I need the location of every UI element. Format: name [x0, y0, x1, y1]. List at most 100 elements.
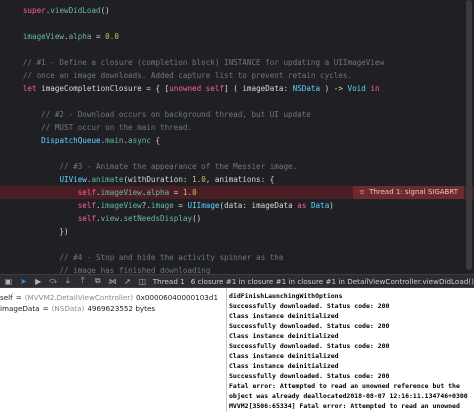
code-line[interactable]: // image has finished downloading: [0, 264, 474, 274]
error-annotation-badge[interactable]: ≡ Thread 1: signal SIGABRT: [353, 186, 464, 199]
console-line: Class instance deinitialized: [229, 312, 339, 320]
code-line[interactable]: [0, 147, 474, 160]
code-token: // once an image downloads. Added captur…: [22, 71, 353, 80]
console-line: Successfully downloaded. Status code: 20…: [229, 322, 390, 330]
xcode-debugger-window: super.viewDidLoad() imageView.alpha = 0.…: [0, 0, 474, 412]
variable-row[interactable]: imageData = (NSData) 4969623552 bytes: [0, 303, 155, 314]
variable-equals: =: [42, 304, 49, 313]
code-line[interactable]: // #1 - Define a closure (completion blo…: [0, 56, 474, 69]
code-line[interactable]: self.view.setNeedsDisplay(): [0, 212, 474, 225]
console-line: Fatal error: Attempted to read an unowne…: [229, 382, 460, 390]
debug-bar: ▣ ➤ ▶ ⤼ ⤓ ⤒ ⧉ ⋈ ➚ ◫ Thread 1 6 closure #…: [0, 274, 474, 288]
console-line: Successfully downloaded. Status code: 20…: [229, 302, 390, 310]
code-token: async: [128, 136, 151, 145]
code-line[interactable]: // once an image downloads. Added captur…: [0, 69, 474, 82]
code-line[interactable]: let imageCompletionClosure = { [unowned …: [0, 82, 474, 95]
code-token: {: [150, 136, 161, 145]
step-over-icon[interactable]: ⤼: [49, 276, 58, 286]
code-line[interactable]: imageView.alpha = 0.0: [0, 30, 474, 43]
console-line: Successfully downloaded. Status code: 20…: [229, 342, 390, 350]
pause-continue-icon[interactable]: ▶: [34, 276, 43, 286]
variable-name: imageData: [0, 304, 40, 313]
code-token: (withDuration:: [123, 175, 193, 184]
location-icon[interactable]: ➚: [123, 276, 132, 286]
code-line[interactable]: UIView.animate(withDuration: 1.0, animat…: [0, 173, 474, 186]
editor-scrollbar[interactable]: [466, 0, 472, 274]
code-line[interactable]: [0, 17, 474, 30]
console-output[interactable]: didFinishLaunchingWithOptions Successfull…: [227, 288, 474, 412]
code-line[interactable]: self.imageView.alpha = 1.0 ≡ Thread 1: sig…: [0, 186, 474, 199]
code-token: setNeedsDisplay: [123, 214, 193, 223]
variable-row[interactable]: self = (MVVM2.DetailViewController) 0x00006…: [0, 292, 218, 303]
code-token: , animations: {: [205, 175, 275, 184]
variable-type: (NSData): [51, 304, 85, 313]
breakpoints-toggle-icon[interactable]: ➤: [19, 276, 28, 286]
console-line: didFinishLaunchingWithOptions: [229, 292, 343, 300]
code-token: imageCompletionClosure = { [: [36, 84, 170, 93]
code-line[interactable]: super.viewDidLoad(): [0, 4, 474, 17]
code-token: // #2 - Download occurs on background th…: [22, 110, 311, 119]
code-token: super: [22, 6, 46, 15]
code-line[interactable]: self.imageView?.image = UIImage(data: im…: [0, 199, 474, 212]
code-line[interactable]: [0, 43, 474, 56]
code-line[interactable]: // #2 - Download occurs on background th…: [0, 108, 474, 121]
console-line: Successfully downloaded. Status code: 20…: [229, 372, 390, 380]
debug-view-hierarchy-icon[interactable]: ⧉: [93, 276, 102, 286]
code-token: imageView: [100, 201, 142, 210]
code-token: self: [77, 214, 97, 223]
code-token: imageView: [100, 188, 142, 197]
console-line: Class instance deinitialized: [229, 352, 339, 360]
code-token: (): [100, 6, 110, 15]
code-token: image: [150, 201, 174, 210]
code-line[interactable]: DispatchQueue.main.async {: [0, 134, 474, 147]
app-icon[interactable]: ◫: [138, 276, 147, 286]
error-message: Thread 1: signal SIGABRT: [369, 188, 458, 196]
step-into-icon[interactable]: ⤓: [64, 276, 73, 286]
console-line: MVVM2[3506:65334] Fatal error: Attempted…: [229, 402, 460, 410]
code-token: =: [91, 32, 106, 41]
step-out-icon[interactable]: ⤒: [78, 276, 87, 286]
console-line: Class instance deinitialized: [229, 362, 339, 370]
code-token: }): [22, 227, 69, 236]
code-line[interactable]: [0, 238, 474, 251]
code-token: // MUST occur on the main thread.: [22, 123, 193, 132]
code-token: 1.0: [192, 175, 206, 184]
code-line[interactable]: }): [0, 225, 474, 238]
code-line[interactable]: // #3 - Animate the appearance of the Me…: [0, 160, 474, 173]
code-token: ): [329, 201, 334, 210]
variables-view[interactable]: self = (MVVM2.DetailViewController) 0x00006…: [0, 288, 227, 412]
code-line[interactable]: // MUST occur on the main thread.: [0, 121, 474, 134]
code-token: 1.0: [182, 188, 197, 197]
scroll-thumb[interactable]: [466, 0, 472, 270]
code-token: =: [173, 201, 188, 210]
debug-memory-graph-icon[interactable]: ⋈: [108, 276, 117, 286]
source-editor[interactable]: super.viewDidLoad() imageView.alpha = 0.…: [0, 0, 474, 274]
code-token: (): [192, 214, 202, 223]
code-token: self: [205, 84, 225, 93]
code-line[interactable]: // #4 - Stop and hide the activity spinn…: [0, 251, 474, 264]
variable-type: (MVVM2.DetailViewController): [24, 293, 134, 302]
console-line: object was already deallocated2018-08-07…: [229, 392, 468, 400]
hide-debug-area-icon[interactable]: ▣: [4, 276, 13, 286]
thread-selector[interactable]: Thread 1: [153, 277, 185, 286]
code-token: DispatchQueue: [41, 136, 101, 145]
code-token: UIView: [59, 175, 87, 184]
code-token: // #3 - Animate the appearance of the Me…: [22, 162, 298, 171]
stack-frame-breadcrumb[interactable]: 6 closure #1 in closure #1 in closure #1…: [191, 277, 474, 286]
code-line[interactable]: [0, 95, 474, 108]
